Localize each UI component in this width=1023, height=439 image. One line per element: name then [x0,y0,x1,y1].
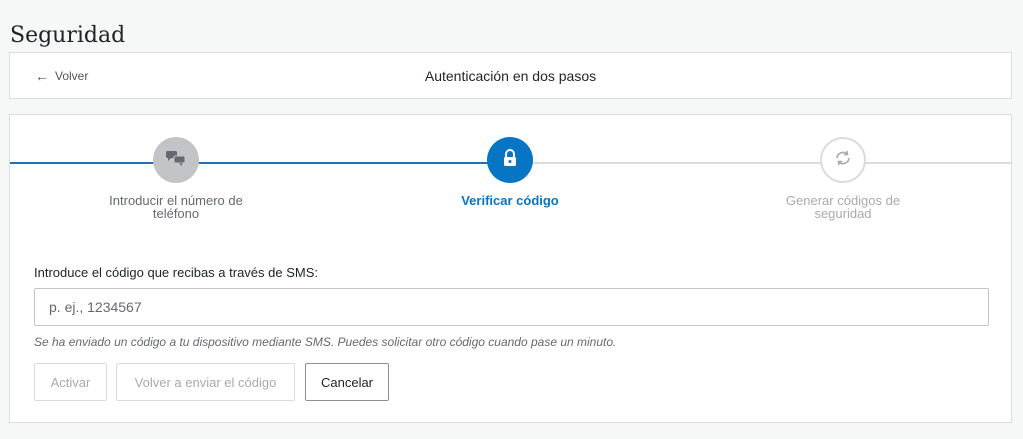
step-3-label: Generar códigos de seguridad [785,193,901,221]
chat-bubbles-icon [165,150,187,171]
step-2-label: Verificar código [461,193,559,208]
step-1-circle [153,137,199,183]
lock-icon [502,148,518,172]
main-card: Introducir el número de teléfono Verific… [9,114,1012,423]
activate-button[interactable]: Activar [34,363,107,401]
help-text: Se ha enviado un código a tu dispositivo… [34,335,617,349]
resend-code-button[interactable]: Volver a enviar el código [116,363,295,401]
refresh-icon [833,149,853,172]
code-field-label: Introduce el código que recibas a través… [34,265,318,280]
page-title: Seguridad [10,22,126,48]
progress-line-complete [10,162,512,164]
verification-code-input[interactable] [34,288,989,326]
step-1-label: Introducir el número de teléfono [109,193,243,221]
cancel-button[interactable]: Cancelar [305,363,389,401]
header-card: ← Volver Autenticación en dos pasos [9,52,1012,99]
step-2-circle [487,137,533,183]
step-3-circle [820,137,866,183]
progress-line-pending [512,162,1012,164]
header-title: Autenticación en dos pasos [424,68,597,84]
